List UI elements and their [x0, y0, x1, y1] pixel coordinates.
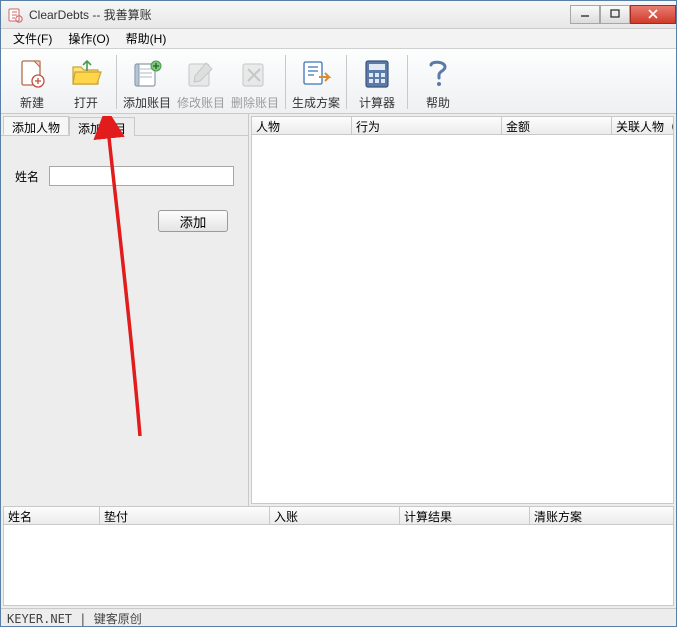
minimize-button[interactable]	[570, 5, 600, 24]
tab-add-person[interactable]: 添加人物	[3, 116, 69, 135]
title-bar: ClearDebts -- 我善算账	[1, 1, 676, 29]
tool-delete-entry-label: 删除账目	[231, 94, 279, 111]
toolbar-separator	[346, 55, 347, 109]
window-title: ClearDebts -- 我善算账	[29, 6, 570, 23]
left-tab-body: 姓名 添加	[1, 136, 248, 506]
lcol-paid[interactable]: 垫付	[100, 507, 270, 524]
col-related[interactable]: 关联人物（分	[612, 117, 673, 134]
toolbar: 新建 打开 添加账目	[1, 49, 676, 114]
tool-add-entry-label: 添加账目	[123, 94, 171, 111]
tool-calculator-label: 计算器	[359, 94, 395, 111]
app-icon	[7, 7, 23, 23]
toolbar-separator	[116, 55, 117, 109]
menu-file[interactable]: 文件(F)	[5, 28, 60, 49]
delete-entry-icon	[237, 56, 273, 92]
col-amount[interactable]: 金额	[502, 117, 612, 134]
col-action[interactable]: 行为	[352, 117, 502, 134]
tool-new[interactable]: 新建	[5, 51, 59, 113]
menu-help[interactable]: 帮助(H)	[118, 28, 175, 49]
tool-open[interactable]: 打开	[59, 51, 113, 113]
lcol-result[interactable]: 计算结果	[400, 507, 530, 524]
new-file-icon	[14, 56, 50, 92]
status-text: KEYER.NET | 键客原创	[7, 612, 142, 626]
tool-delete-entry: 删除账目	[228, 51, 282, 113]
add-button[interactable]: 添加	[158, 210, 228, 232]
name-input[interactable]	[49, 166, 234, 186]
tool-generate-plan[interactable]: 生成方案	[289, 51, 343, 113]
generate-plan-icon	[298, 56, 334, 92]
tool-help[interactable]: 帮助	[411, 51, 465, 113]
toolbar-separator	[407, 55, 408, 109]
calculator-icon	[359, 56, 395, 92]
right-pane: 人物 行为 金额 关联人物（分	[251, 116, 674, 504]
main-area: 添加人物 添加账目 姓名 添加 人物 行为 金额 关联人物（分	[1, 114, 676, 506]
lower-panel: 姓名 垫付 入账 计算结果 清账方案	[3, 506, 674, 606]
left-tab-strip: 添加人物 添加账目	[1, 114, 248, 136]
help-icon	[420, 56, 456, 92]
right-columns: 人物 行为 金额 关联人物（分	[252, 117, 673, 135]
tool-help-label: 帮助	[426, 94, 450, 111]
menu-operate[interactable]: 操作(O)	[60, 28, 117, 49]
menu-bar: 文件(F) 操作(O) 帮助(H)	[1, 29, 676, 49]
lower-list[interactable]: 姓名 垫付 入账 计算结果 清账方案	[4, 507, 673, 605]
right-list[interactable]: 人物 行为 金额 关联人物（分	[252, 117, 673, 503]
tab-add-entry[interactable]: 添加账目	[69, 117, 135, 136]
open-folder-icon	[68, 56, 104, 92]
lcol-income[interactable]: 入账	[270, 507, 400, 524]
tool-edit-entry-label: 修改账目	[177, 94, 225, 111]
add-entry-icon	[129, 56, 165, 92]
lcol-plan[interactable]: 清账方案	[530, 507, 673, 524]
lower-columns: 姓名 垫付 入账 计算结果 清账方案	[4, 507, 673, 525]
edit-entry-icon	[183, 56, 219, 92]
window-controls	[570, 5, 676, 25]
form-row-name: 姓名	[15, 166, 234, 186]
lcol-name[interactable]: 姓名	[4, 507, 100, 524]
tool-new-label: 新建	[20, 94, 44, 111]
tool-add-entry[interactable]: 添加账目	[120, 51, 174, 113]
tool-generate-plan-label: 生成方案	[292, 94, 340, 111]
tool-open-label: 打开	[74, 94, 98, 111]
left-pane: 添加人物 添加账目 姓名 添加	[1, 114, 249, 506]
status-bar: KEYER.NET | 键客原创	[1, 608, 676, 626]
toolbar-separator	[285, 55, 286, 109]
maximize-button[interactable]	[600, 5, 630, 24]
tool-calculator[interactable]: 计算器	[350, 51, 404, 113]
col-person[interactable]: 人物	[252, 117, 352, 134]
close-button[interactable]	[630, 5, 676, 24]
name-label: 姓名	[15, 168, 49, 185]
tool-edit-entry: 修改账目	[174, 51, 228, 113]
